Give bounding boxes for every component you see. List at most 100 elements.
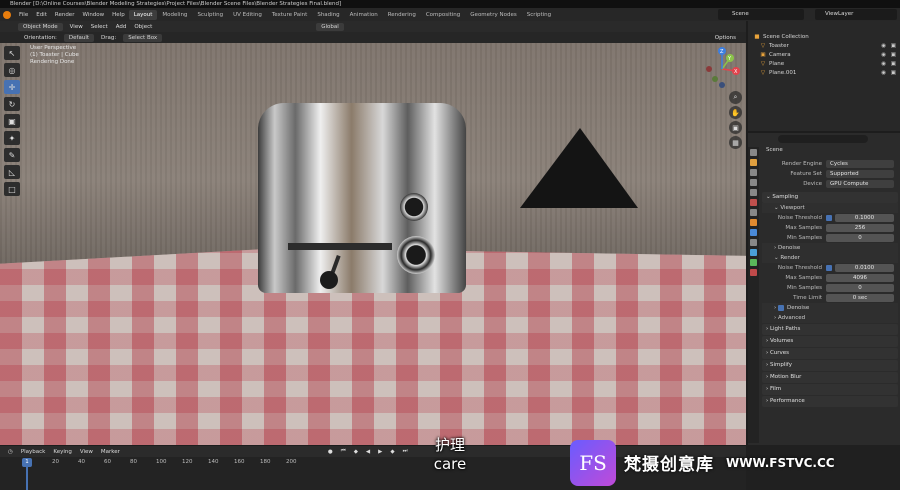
record-icon[interactable]: ●	[324, 449, 337, 455]
prev-key-icon[interactable]: ◆	[350, 449, 362, 455]
timeline-editor-icon[interactable]: ◷	[4, 449, 17, 455]
jump-start-icon[interactable]: ⏮	[337, 448, 350, 455]
data-tab-icon[interactable]	[750, 259, 757, 266]
properties-search-input[interactable]	[778, 135, 868, 143]
tab-texture-paint[interactable]: Texture Paint	[267, 10, 313, 20]
render-toggle-icon[interactable]: ▣	[891, 60, 896, 69]
rotate-tool-icon[interactable]: ↻	[4, 97, 20, 111]
tab-animation[interactable]: Animation	[345, 10, 383, 20]
eye-icon[interactable]: ◉	[881, 42, 886, 51]
select-cursor-icon[interactable]: ↖	[4, 46, 20, 60]
light-paths-panel[interactable]: › Light Paths	[762, 324, 898, 335]
viewport-subpanel-header[interactable]: ⌄ Viewport	[762, 203, 898, 213]
scene-tab-icon[interactable]	[750, 189, 757, 196]
motion-blur-panel[interactable]: › Motion Blur	[762, 372, 898, 383]
measure-tool-icon[interactable]: ◺	[4, 165, 20, 179]
r-max-samples-field[interactable]: 4096	[826, 274, 894, 282]
mode-selector[interactable]: Object Mode	[18, 22, 63, 31]
render-engine-dropdown[interactable]: Cycles	[826, 160, 894, 168]
eye-icon[interactable]: ◉	[881, 51, 886, 60]
vp-denoise-subpanel[interactable]: › Denoise	[762, 243, 898, 253]
tab-rendering[interactable]: Rendering	[383, 10, 421, 20]
pan-hand-icon[interactable]: ✋	[729, 106, 742, 119]
tab-layout[interactable]: Layout	[128, 9, 158, 20]
view-layer-tab-icon[interactable]	[750, 179, 757, 186]
jump-end-icon[interactable]: ⏭	[399, 448, 412, 455]
outliner-row-plane-001[interactable]: ▽ Plane.001 ◉ ▣	[748, 69, 900, 78]
camera-view-icon[interactable]: ▣	[729, 121, 742, 134]
transform-orientation-selector[interactable]: Global	[316, 22, 344, 31]
r-denoise-subpanel[interactable]: › Denoise	[762, 303, 898, 313]
simplify-panel[interactable]: › Simplify	[762, 360, 898, 371]
orientation-dropdown[interactable]: Default	[63, 33, 95, 42]
device-dropdown[interactable]: GPU Compute	[826, 180, 894, 188]
menu-file[interactable]: File	[15, 12, 32, 18]
collection-tab-icon[interactable]	[750, 209, 757, 216]
film-panel[interactable]: › Film	[762, 384, 898, 395]
grid-view-icon[interactable]: ▦	[729, 136, 742, 149]
render-tab-icon[interactable]	[750, 159, 757, 166]
outliner-row-toaster[interactable]: ▽ Toaster ◉ ▣	[748, 42, 900, 51]
object-tab-icon[interactable]	[750, 219, 757, 226]
menu-edit[interactable]: Edit	[32, 12, 51, 18]
toaster-object[interactable]	[258, 103, 466, 293]
tab-sculpting[interactable]: Sculpting	[192, 10, 228, 20]
menu-object[interactable]: Object	[130, 24, 156, 30]
r-noise-checkbox[interactable]	[826, 265, 832, 271]
eye-icon[interactable]: ◉	[881, 69, 886, 78]
tool-tab-icon[interactable]	[750, 149, 757, 156]
render-toggle-icon[interactable]: ▣	[891, 69, 896, 78]
play-icon[interactable]: ▶	[374, 449, 386, 455]
render-toggle-icon[interactable]: ▣	[891, 42, 896, 51]
volumes-panel[interactable]: › Volumes	[762, 336, 898, 347]
axis-gizmo-icon[interactable]: X Y Z	[700, 45, 744, 89]
add-cube-tool-icon[interactable]: □	[4, 182, 20, 196]
scale-tool-icon[interactable]: ▣	[4, 114, 20, 128]
render-subpanel-header[interactable]: ⌄ Render	[762, 253, 898, 263]
outliner-row-plane[interactable]: ▽ Plane ◉ ▣	[748, 60, 900, 69]
physics-tab-icon[interactable]	[750, 249, 757, 256]
world-tab-icon[interactable]	[750, 199, 757, 206]
vp-max-samples-field[interactable]: 256	[826, 224, 894, 232]
annotate-tool-icon[interactable]: ✎	[4, 148, 20, 162]
viewlayer-selector[interactable]: ViewLayer	[815, 9, 897, 20]
menu-marker[interactable]: Marker	[97, 449, 124, 455]
tab-modeling[interactable]: Modeling	[157, 10, 192, 20]
menu-view[interactable]: View	[66, 24, 87, 30]
particles-tab-icon[interactable]	[750, 239, 757, 246]
r-denoise-checkbox[interactable]	[777, 304, 784, 311]
advanced-subpanel[interactable]: › Advanced	[762, 313, 898, 323]
output-tab-icon[interactable]	[750, 169, 757, 176]
performance-panel[interactable]: › Performance	[762, 396, 898, 407]
vp-noise-field[interactable]: 0.1000	[835, 214, 894, 222]
menu-keying[interactable]: Keying	[49, 449, 75, 455]
scene-collection-row[interactable]: ■ Scene Collection	[748, 33, 900, 42]
vp-min-samples-field[interactable]: 0	[826, 234, 894, 242]
r-time-limit-field[interactable]: 0 sec	[826, 294, 894, 302]
menu-render[interactable]: Render	[51, 12, 79, 18]
render-toggle-icon[interactable]: ▣	[891, 51, 896, 60]
cursor-tool-icon[interactable]: ◎	[4, 63, 20, 77]
menu-add[interactable]: Add	[112, 24, 131, 30]
feature-set-dropdown[interactable]: Supported	[826, 170, 894, 178]
menu-playback[interactable]: Playback	[17, 449, 50, 455]
tab-uv-editing[interactable]: UV Editing	[228, 10, 267, 20]
play-reverse-icon[interactable]: ◀	[362, 449, 374, 455]
menu-timeline-view[interactable]: View	[76, 449, 97, 455]
menu-select[interactable]: Select	[87, 24, 112, 30]
curves-panel[interactable]: › Curves	[762, 348, 898, 359]
menu-window[interactable]: Window	[78, 12, 108, 18]
scene-selector[interactable]: Scene	[718, 9, 804, 20]
menu-help[interactable]: Help	[108, 12, 129, 18]
tab-scripting[interactable]: Scripting	[522, 10, 556, 20]
r-min-samples-field[interactable]: 0	[826, 284, 894, 292]
next-key-icon[interactable]: ◆	[386, 449, 398, 455]
current-frame-indicator[interactable]: 1	[22, 458, 32, 467]
sampling-panel-header[interactable]: ⌄ Sampling	[762, 192, 898, 203]
blender-logo-icon[interactable]	[3, 10, 11, 19]
tab-geometry-nodes[interactable]: Geometry Nodes	[465, 10, 521, 20]
eye-icon[interactable]: ◉	[881, 60, 886, 69]
navigation-gizmo[interactable]: X Y Z	[700, 45, 744, 89]
tab-shading[interactable]: Shading	[312, 10, 344, 20]
outliner-row-camera[interactable]: ▣ Camera ◉ ▣	[748, 51, 900, 60]
